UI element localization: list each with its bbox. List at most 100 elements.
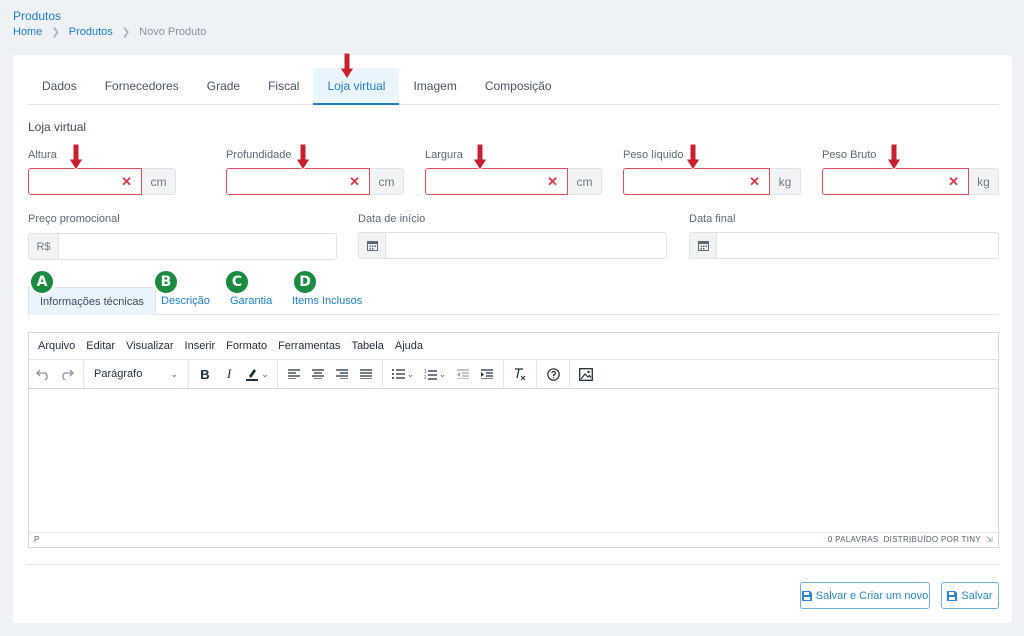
tab-loja-virtual[interactable]: Loja virtual: [313, 68, 400, 105]
redo-icon[interactable]: [55, 362, 79, 386]
down-arrow-marker-icon: [340, 53, 354, 79]
tab-fornecedores[interactable]: Fornecedores: [91, 68, 193, 105]
editor-statusbar: P 0 PALAVRAS DISTRIBUÍDO POR TINY ⇲: [29, 532, 998, 546]
menu-arquivo[interactable]: Arquivo: [38, 340, 75, 352]
chevron-down-icon: ⌄: [406, 368, 415, 379]
floppy-disk-icon: [801, 590, 812, 601]
element-path[interactable]: P: [34, 535, 39, 544]
tab-imagem[interactable]: Imagem: [399, 68, 470, 105]
chevron-right-icon: ❯: [121, 26, 131, 38]
peso-liquido-unit: kg: [770, 168, 801, 195]
align-left-icon[interactable]: [282, 362, 306, 386]
powered-by-link[interactable]: DISTRIBUÍDO POR TINY: [884, 535, 981, 544]
profundidade-unit: cm: [370, 168, 404, 195]
error-x-icon: ✕: [349, 174, 360, 189]
menu-tabela[interactable]: Tabela: [351, 340, 383, 352]
save-and-new-label: Salvar e Criar um novo: [815, 589, 929, 602]
help-icon[interactable]: [541, 362, 565, 386]
data-final-input[interactable]: [717, 232, 999, 259]
altura-unit: cm: [142, 168, 176, 195]
altura-group: ✕ cm: [28, 168, 176, 195]
tab-grade[interactable]: Grade: [193, 68, 254, 105]
block-format-select[interactable]: Parágrafo ⌄: [88, 362, 184, 386]
preco-promocional-group: R$: [28, 233, 337, 260]
altura-label: Altura: [28, 149, 57, 161]
clear-formatting-icon[interactable]: [508, 362, 532, 386]
italic-icon[interactable]: I: [217, 362, 241, 386]
tab-dados[interactable]: Dados: [28, 68, 91, 105]
tab-composicao[interactable]: Composição: [471, 68, 566, 105]
resize-handle-icon[interactable]: ⇲: [986, 535, 993, 544]
profundidade-group: ✕ cm: [226, 168, 404, 195]
badge-d: D: [292, 269, 318, 295]
tab-fiscal[interactable]: Fiscal: [254, 68, 313, 105]
peso-bruto-input[interactable]: ✕: [822, 168, 969, 195]
menu-visualizar[interactable]: Visualizar: [126, 340, 174, 352]
down-arrow-marker-icon: [887, 144, 901, 170]
preco-promocional-input[interactable]: [59, 233, 337, 260]
save-button[interactable]: Salvar: [941, 582, 999, 609]
currency-prefix: R$: [28, 233, 59, 260]
undo-icon[interactable]: [31, 362, 55, 386]
block-format-value: Parágrafo: [94, 368, 143, 380]
highlight-color-icon[interactable]: ⌄: [241, 362, 273, 386]
editor-toolbar: Parágrafo ⌄ B I ⌄ ⌄ 1 2 ⌄: [29, 359, 998, 389]
menu-editar[interactable]: Editar: [86, 340, 115, 352]
down-arrow-marker-icon: [69, 144, 83, 170]
floppy-disk-icon: [947, 590, 958, 601]
outdent-icon[interactable]: [451, 362, 475, 386]
save-label: Salvar: [961, 589, 993, 602]
chevron-down-icon: ⌄: [438, 368, 447, 379]
menu-ferramentas[interactable]: Ferramentas: [278, 340, 340, 352]
align-center-icon[interactable]: [306, 362, 330, 386]
peso-liquido-label: Peso líquido: [623, 149, 684, 161]
svg-text:1: 1: [424, 369, 427, 374]
indent-icon[interactable]: [475, 362, 499, 386]
peso-bruto-group: ✕ kg: [822, 168, 999, 195]
word-count: 0 PALAVRAS: [827, 535, 879, 544]
align-justify-icon[interactable]: [354, 362, 378, 386]
editor-content-area[interactable]: [29, 389, 998, 532]
data-inicio-input[interactable]: [386, 232, 667, 259]
peso-bruto-label: Peso Bruto: [822, 149, 877, 161]
page-title: Produtos: [13, 9, 62, 23]
data-inicio-group: [358, 232, 667, 259]
largura-unit: cm: [568, 168, 602, 195]
rich-text-editor: Arquivo Editar Visualizar Inserir Format…: [28, 332, 999, 548]
bullet-list-icon[interactable]: ⌄: [387, 362, 419, 386]
error-x-icon: ✕: [749, 174, 760, 189]
badge-c: C: [224, 269, 250, 295]
peso-liquido-input[interactable]: ✕: [623, 168, 770, 195]
chevron-down-icon: ⌄: [261, 368, 269, 379]
menu-inserir[interactable]: Inserir: [185, 340, 216, 352]
breadcrumb-home[interactable]: Home: [13, 26, 42, 38]
bold-icon[interactable]: B: [193, 362, 217, 386]
data-final-group: [689, 232, 999, 259]
insert-image-icon[interactable]: [574, 362, 598, 386]
footer-divider: [28, 564, 999, 565]
align-right-icon[interactable]: [330, 362, 354, 386]
menu-formato[interactable]: Formato: [226, 340, 267, 352]
breadcrumb-current: Novo Produto: [139, 26, 207, 38]
save-and-new-button[interactable]: Salvar e Criar um novo: [800, 582, 930, 609]
profundidade-label: Profundidade: [226, 149, 292, 161]
badge-b: B: [153, 269, 179, 295]
error-x-icon: ✕: [547, 174, 558, 189]
preco-promocional-label: Preço promocional: [28, 213, 120, 225]
data-inicio-label: Data de início: [358, 213, 426, 225]
data-final-label: Data final: [689, 213, 736, 225]
error-x-icon: ✕: [121, 174, 132, 189]
menu-ajuda[interactable]: Ajuda: [395, 340, 423, 352]
calendar-icon: [689, 232, 717, 259]
chevron-right-icon: ❯: [51, 26, 60, 38]
largura-group: ✕ cm: [425, 168, 602, 195]
numbered-list-icon[interactable]: 12 ⌄: [419, 362, 451, 386]
altura-input[interactable]: ✕: [28, 168, 142, 195]
breadcrumb-produtos[interactable]: Produtos: [69, 26, 113, 38]
chevron-down-icon: ⌄: [170, 368, 178, 379]
section-title: Loja virtual: [28, 120, 87, 134]
largura-input[interactable]: ✕: [425, 168, 568, 195]
main-tabs: Dados Fornecedores Grade Fiscal Loja vir…: [28, 68, 998, 105]
profundidade-input[interactable]: ✕: [226, 168, 370, 195]
peso-liquido-group: ✕ kg: [623, 168, 801, 195]
